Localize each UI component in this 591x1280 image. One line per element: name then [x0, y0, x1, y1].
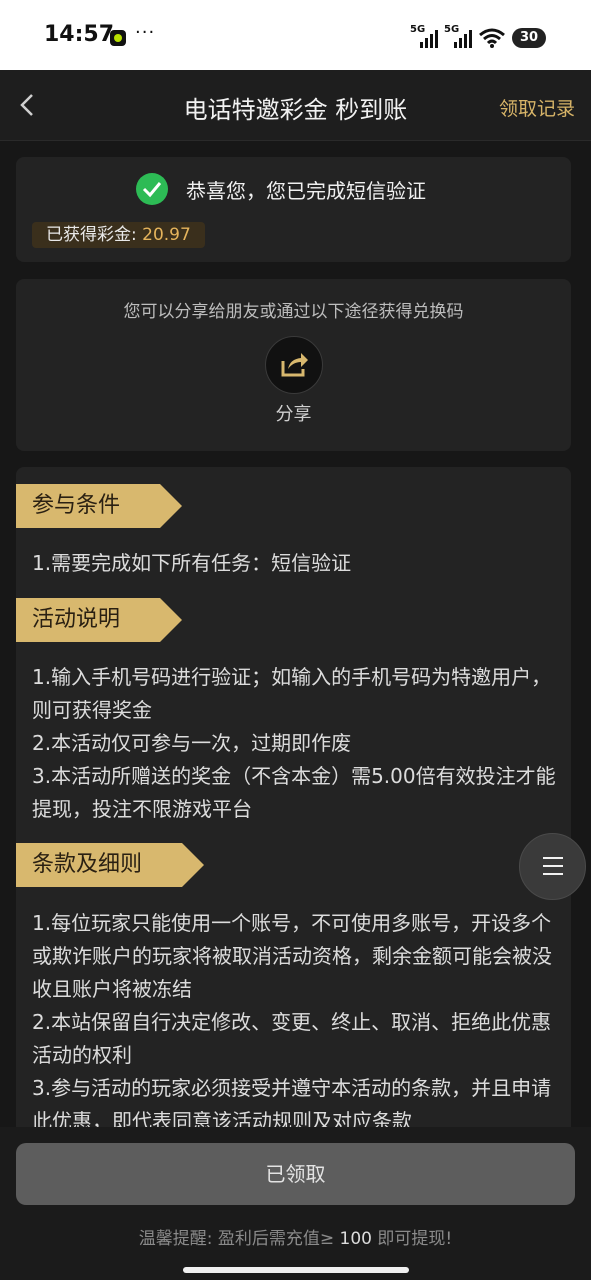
rules-card: 参与条件 1.需要完成如下所有任务：短信验证 活动说明 1.输入手机号码进行验证…: [16, 467, 571, 1127]
conditions-line-1: 1.需要完成如下所有任务：短信验证: [32, 551, 352, 575]
description-line-3: 3.本活动所赠送的奖金（不含本金）需5.00倍有效投注才能提现，投注不限游戏平台: [32, 764, 556, 821]
share-icon: [281, 353, 308, 377]
terms-line-3: 3.参与活动的玩家必须接受并遵守本活动的条款，并且申请此优惠，即代表同意该活动规…: [32, 1076, 552, 1127]
more-notifications-icon: ···: [135, 22, 156, 43]
signal-icon-2: 5G: [444, 24, 474, 48]
bonus-value: 20.97: [142, 225, 191, 245]
withdraw-tip: 温馨提醒: 盈利后需充值≥ 100 即可提现!: [0, 1224, 591, 1249]
nav-bar: 电话特邀彩金 秒到账 领取记录: [0, 70, 591, 141]
battery-icon: 30: [512, 28, 546, 48]
status-bar: 14:57 ··· 5G 5G 30: [0, 0, 591, 70]
floating-menu-button[interactable]: [519, 833, 586, 900]
bottom-bar: 已领取 温馨提醒: 盈利后需充值≥ 100 即可提现!: [0, 1127, 591, 1280]
wifi-icon: [479, 28, 505, 48]
description-line-2: 2.本活动仅可参与一次，过期即作废: [32, 731, 352, 755]
signal-icon: 5G: [410, 24, 440, 48]
terms-line-1: 1.每位玩家只能使用一个账号，不可使用多账号，开设多个或欺诈账户的玩家将被取消活…: [32, 911, 552, 1001]
claim-records-link[interactable]: 领取记录: [499, 94, 575, 121]
share-card: 您可以分享给朋友或通过以下途径获得兑换码 分享: [16, 279, 571, 451]
claimed-button[interactable]: 已领取: [16, 1143, 575, 1205]
section-title-description: 活动说明: [16, 598, 182, 642]
tip-prefix: 温馨提醒: 盈利后需充值≥: [138, 1229, 340, 1249]
share-label: 分享: [275, 404, 312, 425]
terms-line-2: 2.本站保留自行决定修改、变更、终止、取消、拒绝此优惠活动的权利: [32, 1010, 552, 1067]
home-indicator[interactable]: [183, 1267, 409, 1273]
tip-suffix: 即可提现!: [372, 1229, 453, 1249]
verification-card: 恭喜您，您已完成短信验证 已获得彩金: 20.97: [16, 157, 571, 262]
section-title-conditions: 参与条件: [16, 484, 182, 528]
share-hint: 您可以分享给朋友或通过以下途径获得兑换码: [123, 302, 464, 322]
bonus-label: 已获得彩金:: [46, 225, 137, 245]
share-button[interactable]: [265, 336, 323, 394]
verification-message: 恭喜您，您已完成短信验证: [186, 179, 426, 203]
app-notification-icon: [110, 30, 126, 46]
section-title-terms: 条款及细则: [16, 843, 204, 887]
status-time: 14:57: [44, 22, 115, 47]
tip-amount: 100: [339, 1229, 372, 1249]
bonus-badge: 已获得彩金: 20.97: [32, 222, 205, 248]
check-icon: [136, 173, 168, 205]
description-line-1: 1.输入手机号码进行验证；如输入的手机号码为特邀用户，则可获得奖金: [32, 665, 552, 722]
